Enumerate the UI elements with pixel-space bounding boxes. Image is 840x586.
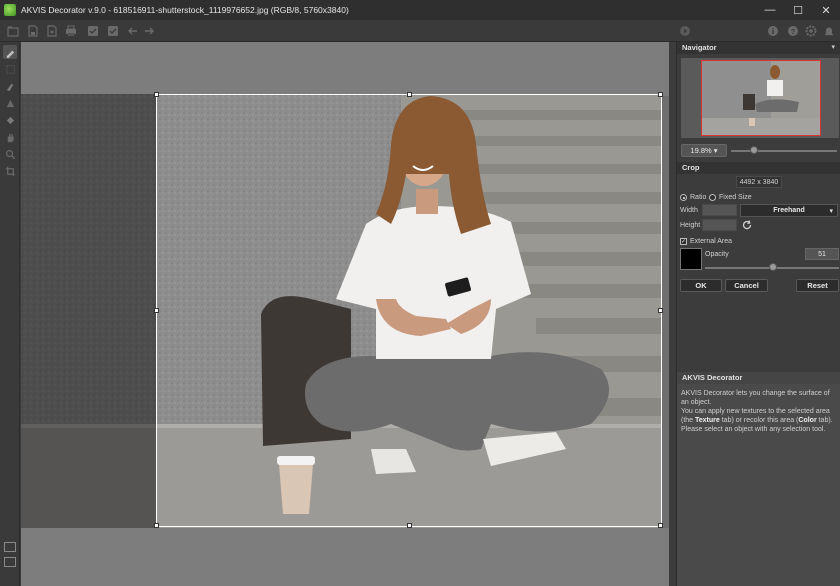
selection-brush-icon[interactable] xyxy=(3,45,17,59)
apply-icon[interactable] xyxy=(106,24,120,38)
external-area-checkbox[interactable]: ✓ xyxy=(680,238,687,245)
crop-title: Crop xyxy=(682,163,700,172)
save-as-icon[interactable] xyxy=(45,24,59,38)
external-color-swatch[interactable] xyxy=(680,248,702,270)
height-label: Height xyxy=(680,222,701,229)
redo-icon[interactable] xyxy=(142,24,156,38)
notifications-icon[interactable] xyxy=(822,24,836,38)
info-line-1: AKVIS Decorator lets you change the surf… xyxy=(681,390,830,406)
app-logo-icon xyxy=(4,4,16,16)
zoom-slider-track[interactable] xyxy=(731,150,837,152)
navigator-header[interactable]: Navigator ▾ xyxy=(677,42,840,54)
info-panel: AKVIS Decorator AKVIS Decorator lets you… xyxy=(677,372,840,586)
minimize-button[interactable]: — xyxy=(756,0,784,20)
toolbar: ? xyxy=(0,20,840,42)
texture-tab-ref: Texture xyxy=(695,417,720,424)
zoom-value: 19.8% xyxy=(690,146,712,155)
undo-icon[interactable] xyxy=(126,24,140,38)
collapse-arrow-icon[interactable]: ▾ xyxy=(831,42,835,54)
run-icon[interactable] xyxy=(678,24,692,38)
opacity-label: Opacity xyxy=(705,251,729,258)
color-tab-ref: Color xyxy=(798,417,817,424)
eraser-icon[interactable] xyxy=(3,62,17,76)
info-icon[interactable] xyxy=(766,24,780,38)
help-icon[interactable]: ? xyxy=(786,24,800,38)
save-icon[interactable] xyxy=(26,24,40,38)
crop-preset-value: Freehand xyxy=(773,207,805,214)
opacity-slider-knob[interactable] xyxy=(769,263,778,271)
fixed-size-label: Fixed Size xyxy=(719,194,752,201)
crop-size-readout: 4492 x 3840 xyxy=(736,176,782,188)
fixed-size-radio[interactable] xyxy=(709,194,716,201)
crop-preset-select[interactable]: Freehand ▾ xyxy=(740,204,838,217)
open-icon[interactable] xyxy=(6,24,20,38)
recolor-brush-icon[interactable] xyxy=(3,79,17,93)
maximize-button[interactable]: ☐ xyxy=(784,0,812,20)
magic-brush-icon[interactable] xyxy=(3,96,17,110)
crop-header: Crop xyxy=(677,162,840,174)
photo xyxy=(21,94,661,528)
svg-text:?: ? xyxy=(791,27,796,36)
canvas-background-bottom xyxy=(21,528,669,586)
cancel-button[interactable]: Cancel xyxy=(725,279,768,292)
zoom-icon[interactable] xyxy=(3,147,17,161)
title-bar: AKVIS Decorator v.9.0 - 618516911-shutte… xyxy=(0,0,840,20)
navigator-thumbnail[interactable] xyxy=(681,58,839,138)
settings-panel: Navigator ▾ 19.8% ▾ Crop 4492 x 3840 Rat… xyxy=(676,42,840,586)
info-line-2e: tab). xyxy=(816,417,833,424)
close-button[interactable]: ✕ xyxy=(812,0,840,20)
swap-orientation-icon[interactable] xyxy=(741,219,753,231)
info-title: AKVIS Decorator xyxy=(682,373,743,382)
external-area-label: External Area xyxy=(690,238,733,245)
width-input[interactable] xyxy=(702,204,737,216)
canvas-background-top xyxy=(21,42,669,96)
crop-icon[interactable] xyxy=(3,164,17,178)
opacity-input[interactable]: 51 xyxy=(805,248,839,260)
info-header: AKVIS Decorator xyxy=(677,372,840,384)
ratio-radio[interactable] xyxy=(680,194,687,201)
height-input[interactable] xyxy=(702,219,737,231)
info-line-3: Please select an object with any selecti… xyxy=(681,426,826,433)
width-label: Width xyxy=(680,207,698,214)
ratio-label: Ratio xyxy=(690,194,707,201)
chevron-down-icon: ▾ xyxy=(829,208,833,215)
reset-button[interactable]: Reset xyxy=(796,279,839,292)
hand-icon[interactable] xyxy=(3,130,17,144)
window-title: AKVIS Decorator v.9.0 - 618516911-shutte… xyxy=(21,5,349,15)
after-view-icon[interactable] xyxy=(4,557,16,567)
image-canvas[interactable] xyxy=(21,42,669,586)
before-view-icon[interactable] xyxy=(4,542,16,552)
ok-button[interactable]: OK xyxy=(680,279,722,292)
zoom-dropdown[interactable]: 19.8% ▾ xyxy=(681,144,727,157)
bucket-icon[interactable] xyxy=(3,113,17,127)
info-line-2c: tab) or recolor this area ( xyxy=(719,417,799,424)
tools-panel xyxy=(0,42,20,586)
navigator-title: Navigator xyxy=(682,43,717,52)
print-icon[interactable] xyxy=(64,24,78,38)
info-text: AKVIS Decorator lets you change the surf… xyxy=(681,389,839,434)
share-icon[interactable] xyxy=(86,24,100,38)
settings-icon[interactable] xyxy=(804,24,818,38)
zoom-slider-knob[interactable] xyxy=(750,146,759,154)
navigator-view-rect[interactable] xyxy=(701,60,821,136)
